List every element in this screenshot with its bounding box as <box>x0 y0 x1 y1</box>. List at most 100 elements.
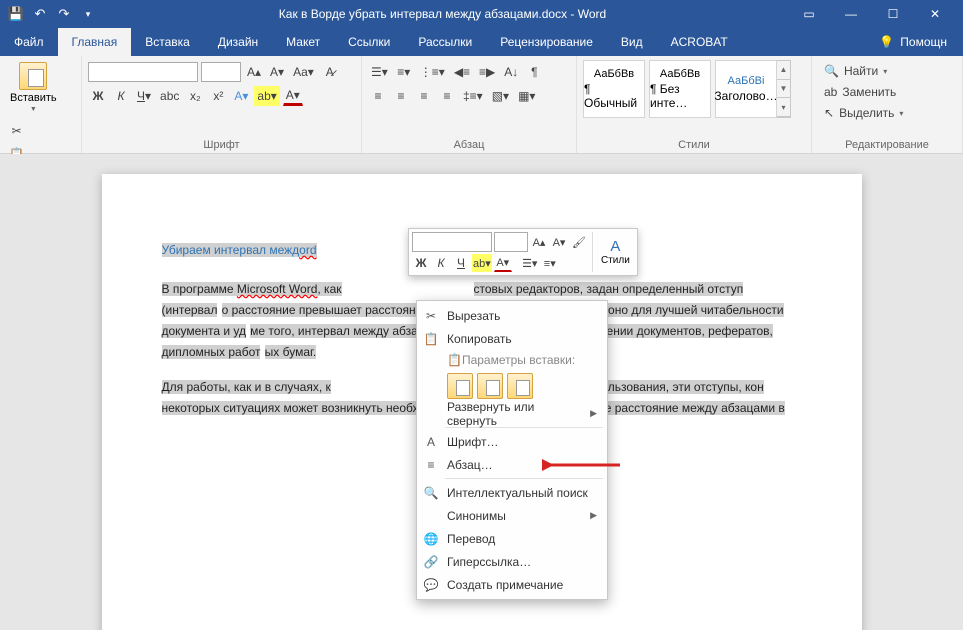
cm-cut[interactable]: ✂Вырезать <box>417 304 607 327</box>
mini-numbering[interactable]: ≡▾ <box>541 254 559 272</box>
multilevel-list-button[interactable]: ⋮≡▾ <box>417 62 448 82</box>
tab-references[interactable]: Ссылки <box>334 28 404 56</box>
close-icon[interactable]: ✕ <box>915 2 955 26</box>
ribbon-tabs: Файл Главная Вставка Дизайн Макет Ссылки… <box>0 28 963 56</box>
borders-button[interactable]: ▦▾ <box>515 86 538 106</box>
undo-icon[interactable]: ↶ <box>32 6 48 22</box>
qat-dropdown-icon[interactable]: ▾ <box>80 6 96 22</box>
tab-file[interactable]: Файл <box>0 28 58 56</box>
tab-home[interactable]: Главная <box>58 28 132 56</box>
tab-mailings[interactable]: Рассылки <box>404 28 486 56</box>
tab-design[interactable]: Дизайн <box>204 28 272 56</box>
cm-synonyms[interactable]: Синонимы▶ <box>417 504 607 527</box>
styles-more-icon[interactable]: ▾ <box>777 98 790 117</box>
change-case-button[interactable]: Aa▾ <box>290 62 317 82</box>
chevron-down-icon: ▼ <box>30 106 37 113</box>
maximize-icon[interactable]: ☐ <box>873 2 913 26</box>
tab-help[interactable]: 💡 Помощн <box>865 28 963 56</box>
replace-icon: ab <box>824 85 837 99</box>
tab-view[interactable]: Вид <box>607 28 657 56</box>
mini-italic[interactable]: К <box>432 254 450 272</box>
grow-font-button[interactable]: A▴ <box>244 62 264 82</box>
paste-keep-formatting[interactable] <box>447 373 473 399</box>
mini-grow-font[interactable]: A▴ <box>530 233 548 251</box>
title-bar: 💾 ↶ ↷ ▾ Как в Ворде убрать интервал межд… <box>0 0 963 28</box>
replace-button[interactable]: abЗаменить <box>824 83 950 101</box>
show-marks-button[interactable]: ¶ <box>524 62 544 82</box>
subscript-button[interactable]: x₂ <box>185 86 205 106</box>
font-size-combo[interactable] <box>201 62 241 82</box>
highlight-button[interactable]: ab▾ <box>254 86 279 106</box>
mini-shrink-font[interactable]: A▾ <box>550 233 568 251</box>
ribbon-options-icon[interactable]: ▭ <box>789 2 829 26</box>
window-controls: ▭ ― ☐ ✕ <box>789 2 955 26</box>
font-color-button[interactable]: A▾ <box>283 86 303 106</box>
lightbulb-icon: 💡 <box>879 35 894 49</box>
cm-expand-collapse[interactable]: Развернуть или свернуть▶ <box>417 402 607 425</box>
increase-indent-button[interactable]: ≡▶ <box>476 62 498 82</box>
italic-button[interactable]: К <box>111 86 131 106</box>
mini-bullets[interactable]: ☰▾ <box>521 254 539 272</box>
bold-button[interactable]: Ж <box>88 86 108 106</box>
chevron-right-icon: ▶ <box>590 510 597 521</box>
styles-gallery[interactable]: АаБбВв ¶ Обычный АаБбВв ¶ Без инте… АаБб… <box>583 60 777 118</box>
mini-highlight[interactable]: ab▾ <box>472 254 492 272</box>
link-icon: 🔗 <box>423 555 439 569</box>
shading-button[interactable]: ▧▾ <box>489 86 512 106</box>
superscript-button[interactable]: x² <box>208 86 228 106</box>
underline-button[interactable]: Ч▾ <box>134 86 154 106</box>
tab-layout[interactable]: Макет <box>272 28 334 56</box>
copy-icon: 📋 <box>423 332 439 346</box>
mini-bold[interactable]: Ж <box>412 254 430 272</box>
minimize-icon[interactable]: ― <box>831 2 871 26</box>
mini-size-combo[interactable] <box>494 232 528 252</box>
paste-text-only[interactable] <box>507 373 533 399</box>
group-styles: АаБбВв ¶ Обычный АаБбВв ¶ Без инте… АаБб… <box>577 56 812 153</box>
mini-styles[interactable]: A Стили <box>597 232 634 272</box>
cm-smart-lookup[interactable]: 🔍Интеллектуальный поиск <box>417 481 607 504</box>
paste-merge-formatting[interactable] <box>477 373 503 399</box>
style-heading[interactable]: АаБбВі Заголово… <box>715 60 777 118</box>
save-icon[interactable]: 💾 <box>8 6 24 22</box>
chevron-up-icon[interactable]: ▲ <box>777 61 790 80</box>
tab-insert[interactable]: Вставка <box>131 28 204 56</box>
cm-font[interactable]: AШрифт… <box>417 430 607 453</box>
tab-review[interactable]: Рецензирование <box>486 28 607 56</box>
shrink-font-button[interactable]: A▾ <box>267 62 287 82</box>
tab-acrobat[interactable]: ACROBAT <box>657 28 742 56</box>
chevron-down-icon[interactable]: ▼ <box>777 80 790 99</box>
line-spacing-button[interactable]: ‡≡▾ <box>460 86 486 106</box>
cm-copy[interactable]: 📋Копировать <box>417 327 607 350</box>
align-right-button[interactable]: ≡ <box>414 86 434 106</box>
select-button[interactable]: ↖Выделить▾ <box>824 104 950 122</box>
numbering-button[interactable]: ≡▾ <box>394 62 414 82</box>
ribbon: Вставить ▼ ✂ 📋 🖌 Буфер обм… A▴ A▾ Aa▾ A̷… <box>0 56 963 154</box>
group-clipboard: Вставить ▼ ✂ 📋 🖌 Буфер обм… <box>0 56 82 153</box>
mini-underline[interactable]: Ч <box>452 254 470 272</box>
mini-font-color[interactable]: A▾ <box>494 254 512 272</box>
font-family-combo[interactable] <box>88 62 198 82</box>
mini-font-combo[interactable] <box>412 232 492 252</box>
cm-hyperlink[interactable]: 🔗Гиперссылка… <box>417 550 607 573</box>
style-no-spacing[interactable]: АаБбВв ¶ Без инте… <box>649 60 711 118</box>
clear-formatting-button[interactable]: A̷ <box>320 62 340 82</box>
bullets-button[interactable]: ☰▾ <box>368 62 391 82</box>
style-normal[interactable]: АаБбВв ¶ Обычный <box>583 60 645 118</box>
sort-button[interactable]: A↓ <box>501 62 521 82</box>
window-title: Как в Ворде убрать интервал между абзаца… <box>106 7 779 21</box>
cut-button[interactable]: ✂ <box>6 121 27 141</box>
font-icon: A <box>423 435 439 449</box>
redo-icon[interactable]: ↷ <box>56 6 72 22</box>
find-button[interactable]: 🔍Найти▾ <box>824 62 950 80</box>
align-center-button[interactable]: ≡ <box>391 86 411 106</box>
cm-comment[interactable]: 💬Создать примечание <box>417 573 607 596</box>
text-effects-button[interactable]: A▾ <box>231 86 251 106</box>
align-left-button[interactable]: ≡ <box>368 86 388 106</box>
justify-button[interactable]: ≡ <box>437 86 457 106</box>
mini-format-painter[interactable]: 🖌 <box>570 233 588 251</box>
styles-expand[interactable]: ▲ ▼ ▾ <box>777 60 791 118</box>
decrease-indent-button[interactable]: ◀≡ <box>451 62 473 82</box>
strikethrough-button[interactable]: abc <box>157 86 182 106</box>
cm-translate[interactable]: 🌐Перевод <box>417 527 607 550</box>
paste-button[interactable]: Вставить ▼ <box>6 60 61 115</box>
